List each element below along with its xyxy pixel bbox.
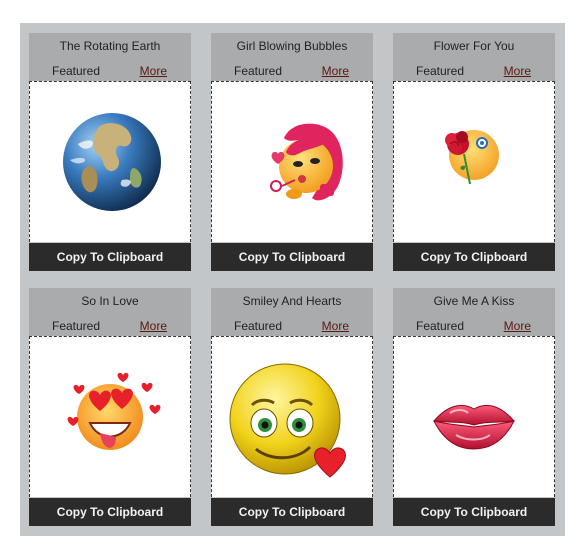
emoticon-card: Give Me A Kiss Featured More Copy To Cli… [393,288,555,526]
smiley-heart-eyes-icon [67,372,161,450]
emoticon-gallery-panel: The Rotating Earth Featured More Copy To… [20,23,565,536]
featured-label: Featured [234,319,283,333]
card-title: Smiley And Hearts [242,294,342,308]
more-link[interactable]: More [504,319,531,333]
emoticon-card: So In Love Featured More Copy To Clipboa… [29,288,191,526]
emoticon-preview[interactable] [29,81,191,242]
featured-label: Featured [52,319,101,333]
emoticon-card: The Rotating Earth Featured More Copy To… [29,33,191,271]
more-link[interactable]: More [322,319,349,333]
emoticon-preview[interactable] [393,81,555,242]
emoticon-preview[interactable] [211,81,373,242]
emoticon-card: Flower For You Featured More Copy To Cli… [393,33,555,271]
copy-to-clipboard-button[interactable]: Copy To Clipboard [393,243,555,271]
card-header: Smiley And Hearts Featured More [211,288,373,336]
featured-label: Featured [416,319,465,333]
emoticon-card: Girl Blowing Bubbles Featured More Copy … [211,33,373,271]
copy-to-clipboard-button[interactable]: Copy To Clipboard [393,498,555,526]
card-title: Flower For You [433,39,515,53]
card-header: So In Love Featured More [29,288,191,336]
featured-label: Featured [52,64,101,78]
copy-to-clipboard-button[interactable]: Copy To Clipboard [29,243,191,271]
card-title: So In Love [81,294,139,308]
more-link[interactable]: More [140,319,167,333]
emoticon-preview[interactable] [29,336,191,497]
copy-to-clipboard-button[interactable]: Copy To Clipboard [211,498,373,526]
more-link[interactable]: More [504,64,531,78]
card-header: Flower For You Featured More [393,33,555,81]
card-title: Give Me A Kiss [433,294,515,308]
featured-label: Featured [234,64,283,78]
card-header: The Rotating Earth Featured More [29,33,191,81]
girl-blowing-bubbles-icon [270,123,343,201]
smiley-and-heart-icon [229,363,346,478]
emoticon-preview[interactable] [211,336,373,497]
more-link[interactable]: More [322,64,349,78]
emoticon-preview[interactable] [393,336,555,497]
copy-to-clipboard-button[interactable]: Copy To Clipboard [29,498,191,526]
emoticon-card: Smiley And Hearts Featured More Copy To … [211,288,373,526]
copy-to-clipboard-button[interactable]: Copy To Clipboard [211,243,373,271]
kiss-lips-icon [433,405,515,450]
card-header: Give Me A Kiss Featured More [393,288,555,336]
more-link[interactable]: More [140,64,167,78]
card-title: Girl Blowing Bubbles [236,39,348,53]
card-title: The Rotating Earth [59,39,161,53]
card-header: Girl Blowing Bubbles Featured More [211,33,373,81]
featured-label: Featured [416,64,465,78]
earth-globe-icon [63,113,161,211]
smiley-with-rose-icon [445,130,499,185]
